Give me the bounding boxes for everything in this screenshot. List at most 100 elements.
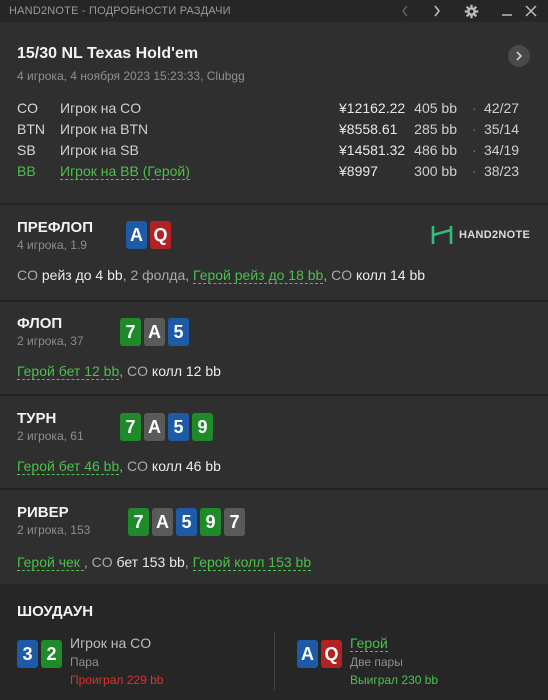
minimize-icon[interactable] [497,0,517,22]
action-separator: , [323,267,332,283]
player-row-bb-hero[interactable]: BB Игрок на BB (Герой) ¥8997 300 bb · 38… [0,163,548,183]
showdown-left-combo: Пара [70,655,99,669]
showdown-right-cards: A Q [297,640,342,668]
card: A [297,640,318,668]
action-separator: , 2 фолда, [122,267,194,283]
card: 7 [120,318,141,346]
card: 5 [168,318,189,346]
card: 5 [168,413,189,441]
card: Q [150,221,171,249]
action-player[interactable]: CO [92,554,113,570]
showdown-left-cards: 3 2 [17,640,62,668]
player-stack-bb: 486 bb [414,142,457,158]
action-player[interactable]: CO [127,458,148,474]
river-actions: Герой чек , CO бет 153 bb, Герой колл 15… [17,554,312,571]
title-bar: HAND2NOTE - ПОДРОБНОСТИ РАЗДАЧИ [0,0,548,22]
card: A [152,508,173,536]
logo-text: HAND2NOTE [459,229,531,241]
action-player[interactable]: CO [331,267,352,283]
player-position: CO [17,100,38,116]
hand-subtitle: 4 игрока, 4 ноября 2023 15:23:33, Clubgg [17,69,245,83]
action-separator: , [119,363,128,379]
separator-dot: · [472,163,477,179]
next-hand-button[interactable] [508,45,530,67]
player-stack: ¥14581.32 [339,142,406,158]
action-separator: , [83,554,92,570]
hand2note-logo: HAND2NOTE [431,224,530,246]
action-player[interactable]: CO [17,267,38,283]
action-text: колл 14 bb [356,267,426,283]
card: 7 [224,508,245,536]
showdown-right-player[interactable]: Герой [350,635,388,652]
card: A [144,318,165,346]
player-stack: ¥12162.22 [339,100,406,116]
player-row-co[interactable]: CO Игрок на CO ¥12162.22 405 bb · 42/27 [0,100,548,120]
showdown-divider [274,632,275,690]
card: A [126,221,147,249]
player-position: BTN [17,121,45,137]
player-vpip-pfr: 38/23 [484,163,520,179]
turn-board-cards: 7 A 5 9 [120,413,213,441]
hero-action[interactable]: Герой бет 12 bb [17,363,120,380]
hand-title: 15/30 NL Texas Hold'em [17,45,199,62]
preflop-actions: CO рейз до 4 bb, 2 фолда, Герой рейз до … [17,267,426,284]
action-separator: , [184,554,193,570]
card: A [144,413,165,441]
street-flop [0,302,548,394]
card: 3 [17,640,38,668]
hand2note-logo-icon [431,226,453,244]
showdown-left-result: Проиграл 229 bb [70,673,164,687]
player-stack: ¥8558.61 [339,121,398,137]
separator-dot: · [472,121,477,137]
player-name[interactable]: Игрок на BTN [60,121,148,137]
player-vpip-pfr: 42/27 [484,100,520,116]
player-name[interactable]: Игрок на SB [60,142,139,158]
chevron-right-icon [516,51,523,61]
window-title: HAND2NOTE - ПОДРОБНОСТИ РАЗДАЧИ [9,5,231,17]
showdown-right-combo: Две пары [350,655,403,669]
street-name-preflop: ПРЕФЛОП [17,219,93,236]
showdown-left-player[interactable]: Игрок на CO [70,635,151,651]
player-position: SB [17,142,36,158]
player-name[interactable]: Игрок на CO [60,100,141,116]
player-row-sb[interactable]: SB Игрок на SB ¥14581.32 486 bb · 34/19 [0,142,548,162]
separator-dot: · [472,100,477,116]
hero-action[interactable]: Герой колл 153 bb [192,554,312,571]
chevron-left-icon[interactable] [396,0,414,22]
action-text: бет 153 bb [116,554,185,570]
flop-board-cards: 7 A 5 [120,318,189,346]
card: 5 [176,508,197,536]
street-name-turn: ТУРН [17,410,57,427]
action-player[interactable]: CO [127,363,148,379]
player-vpip-pfr: 35/14 [484,121,520,137]
player-vpip-pfr: 34/19 [484,142,520,158]
hero-action[interactable]: Герой бет 46 bb [17,458,120,475]
card: 7 [120,413,141,441]
player-stack-bb: 285 bb [414,121,457,137]
gear-icon[interactable] [461,0,481,22]
hero-action[interactable]: Герой чек [17,554,84,571]
street-sub-flop: 2 игрока, 37 [17,334,84,348]
chevron-right-icon[interactable] [428,0,446,22]
action-separator: , [119,458,128,474]
card: 7 [128,508,149,536]
street-sub-turn: 2 игрока, 61 [17,429,84,443]
card: 9 [192,413,213,441]
showdown-right-result: Выиграл 230 bb [350,673,439,687]
player-stack-bb: 300 bb [414,163,457,179]
street-sub-river: 2 игрока, 153 [17,523,91,537]
action-text: рейз до 4 bb [41,267,123,283]
turn-actions: Герой бет 46 bb, CO колл 46 bb [17,458,221,475]
player-stack-bb: 405 bb [414,100,457,116]
action-text: колл 46 bb [151,458,221,474]
flop-actions: Герой бет 12 bb, CO колл 12 bb [17,363,221,380]
street-sub-preflop: 4 игрока, 1.9 [17,238,87,252]
showdown-title: ШОУДАУН [17,603,94,620]
hero-action[interactable]: Герой рейз до 18 bb [193,267,324,284]
player-row-btn[interactable]: BTN Игрок на BTN ¥8558.61 285 bb · 35/14 [0,121,548,141]
card: 9 [200,508,221,536]
separator-dot: · [472,142,477,158]
close-icon[interactable] [521,0,541,22]
player-name[interactable]: Игрок на BB (Герой) [60,163,190,180]
action-text: колл 12 bb [151,363,221,379]
